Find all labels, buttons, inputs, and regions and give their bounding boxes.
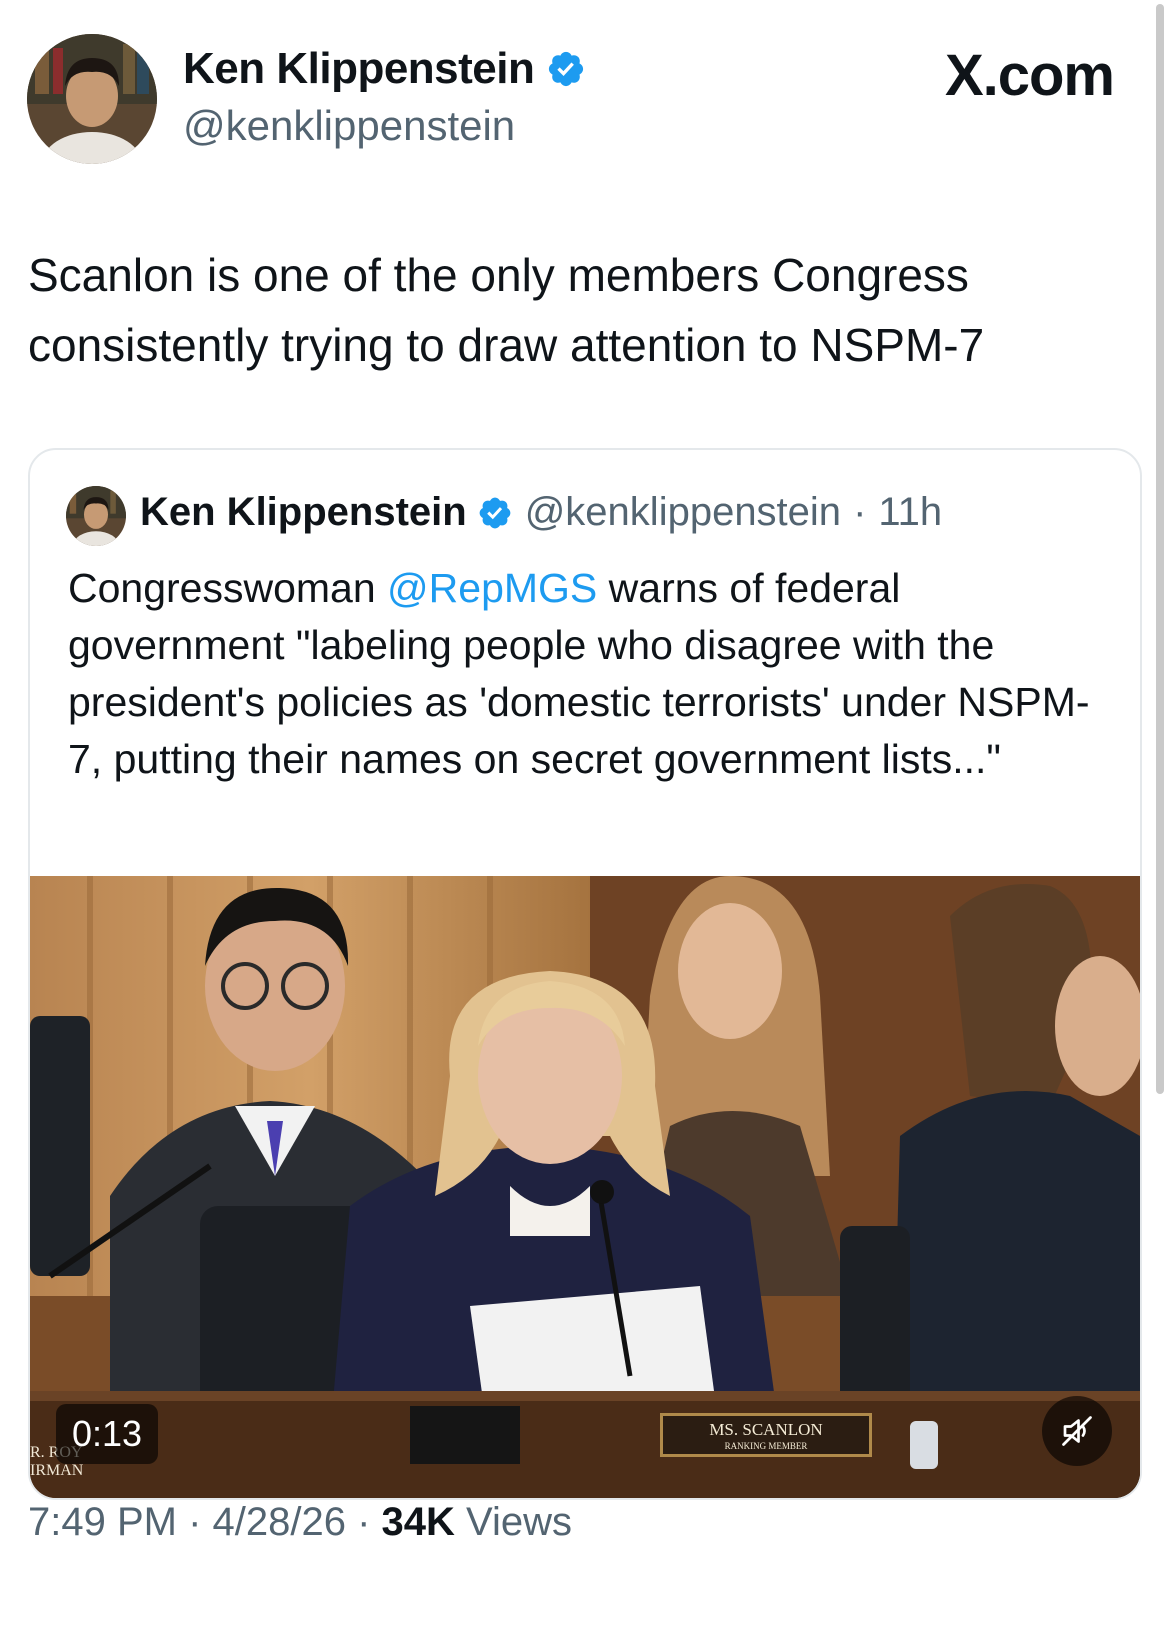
scrollbar[interactable] [1156,4,1164,1094]
nameplate-title: RANKING MEMBER [724,1441,808,1451]
author-handle[interactable]: @kenklippenstein [183,102,515,150]
quoted-text-start: Congresswoman [68,565,388,611]
quoted-header: Ken Klippenstein @kenklippenstein · 11h [140,490,942,535]
quoted-handle[interactable]: @kenklippenstein [525,490,841,535]
speaker-muted-icon [1062,1416,1092,1446]
meta-separator: · [853,490,867,534]
video-player[interactable]: R. ROY IRMAN MS. SCANLON RANKING MEMBER … [30,876,1140,1498]
author-name[interactable]: Ken Klippenstein [183,44,535,94]
avatar-image [66,486,126,546]
quoted-tweet-card[interactable]: Ken Klippenstein @kenklippenstein · 11h … [28,448,1142,1500]
meta-separator: · [176,1500,213,1544]
brand-logo: X.com [944,43,1115,108]
quoted-tweet-text: Congresswoman @RepMGS warns of federal g… [68,560,1108,788]
quoted-author-name-row[interactable]: Ken Klippenstein [140,490,513,535]
video-duration: 0:13 [56,1404,159,1464]
verified-badge-icon [546,49,586,89]
mute-toggle-button[interactable] [1042,1396,1112,1466]
meta-separator: · [345,1500,382,1544]
video-frame [30,876,1140,1498]
tweet-metadata: 7:49 PM · 4/28/26 · 34K Views [28,1500,572,1545]
avatar-image [27,34,157,164]
quoted-timestamp[interactable]: 11h [878,490,942,535]
quoted-author-name[interactable]: Ken Klippenstein [140,490,467,535]
views-count[interactable]: 34K [382,1500,455,1544]
nameplate-name: MS. SCANLON [709,1420,823,1439]
author-avatar[interactable] [27,34,157,164]
views-label[interactable]: Views [455,1500,572,1544]
speaker-nameplate: MS. SCANLON RANKING MEMBER [660,1413,872,1457]
quoted-author-avatar[interactable] [66,486,126,546]
tweet-time[interactable]: 7:49 PM [28,1500,177,1544]
left-plate-line2: IRMAN [30,1462,84,1479]
verified-badge-icon [477,495,513,531]
mention-link[interactable]: @RepMGS [387,565,597,611]
tweet-text: Scanlon is one of the only members Congr… [28,249,985,371]
tweet-date[interactable]: 4/28/26 [213,1500,346,1544]
author-name-row[interactable]: Ken Klippenstein [183,44,586,94]
